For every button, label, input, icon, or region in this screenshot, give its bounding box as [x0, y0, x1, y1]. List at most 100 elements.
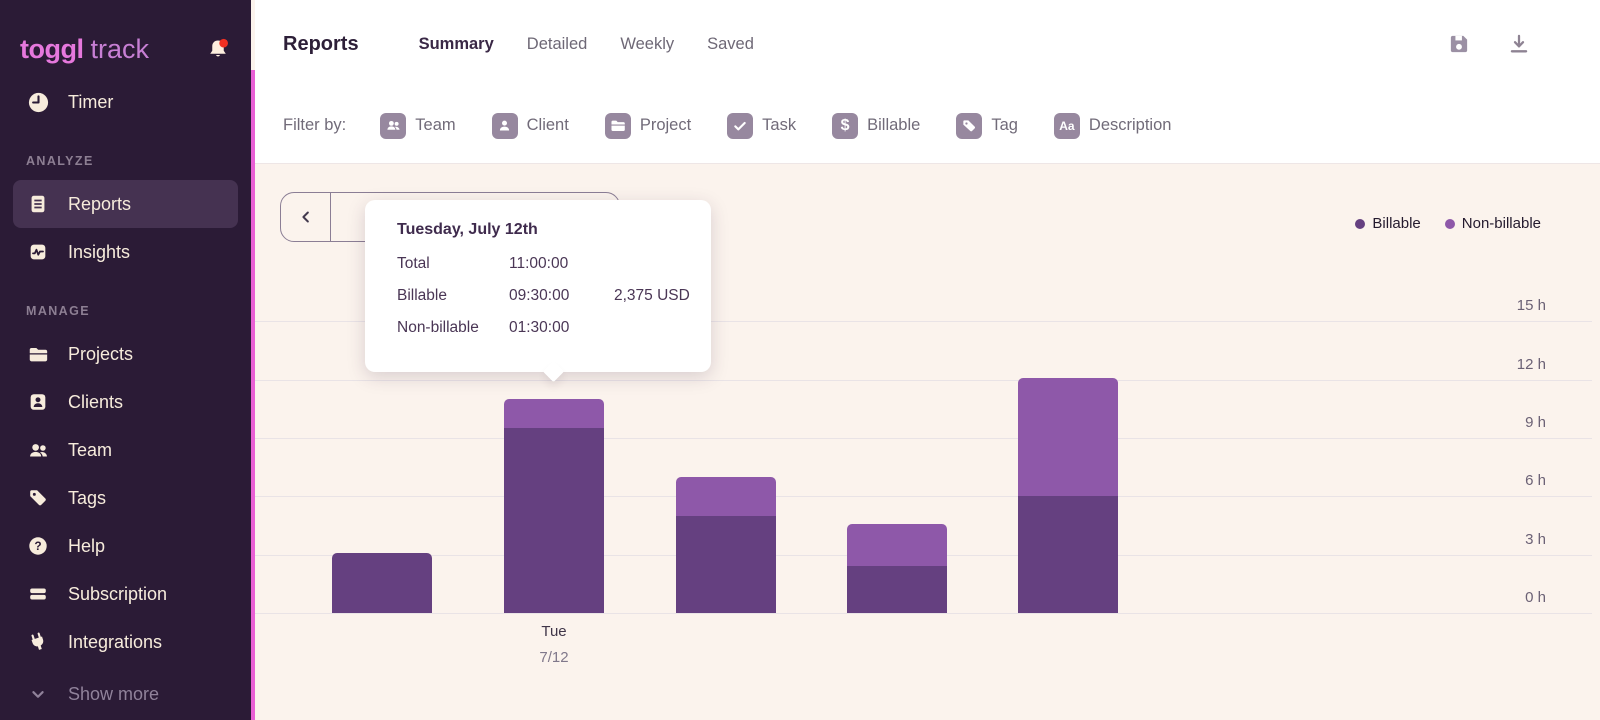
tooltip-time: 09:30:00 [509, 287, 614, 305]
y-axis-tick: 9 h [1525, 414, 1546, 432]
insights-icon [26, 240, 50, 264]
gridline [255, 438, 1592, 439]
team-icon [26, 438, 50, 462]
non-billable-dot-icon [1445, 219, 1455, 229]
bell-icon[interactable] [205, 36, 231, 62]
project-icon [605, 113, 631, 139]
sidebar-item-label: Help [68, 536, 105, 557]
sidebar-item-label: Subscription [68, 584, 167, 605]
topbar-actions [1446, 31, 1532, 57]
tab-summary[interactable]: Summary [419, 35, 494, 54]
tooltip-time: 11:00:00 [509, 255, 614, 273]
sidebar-section-analyze: ANALYZE [26, 154, 251, 174]
tooltip-date: Tuesday, July 12th [397, 221, 711, 239]
report-tabs: Summary Detailed Weekly Saved [419, 35, 754, 54]
client-icon [26, 390, 50, 414]
sidebar-item-help[interactable]: ? Help [0, 522, 251, 570]
chevron-left-icon[interactable] [281, 193, 331, 241]
sidebar-show-more[interactable]: Show more [0, 670, 251, 718]
sidebar-item-label: Projects [68, 344, 133, 365]
client-icon [492, 113, 518, 139]
sidebar-item-label: Insights [68, 242, 130, 263]
y-axis-tick: 3 h [1525, 531, 1546, 549]
sidebar-item-integrations[interactable]: Integrations [0, 618, 251, 666]
save-icon[interactable] [1446, 31, 1472, 57]
sidebar-item-timer[interactable]: Timer [0, 78, 251, 126]
y-axis-tick: 12 h [1517, 356, 1546, 374]
sidebar-item-clients[interactable]: Clients [0, 378, 251, 426]
sidebar-item-label: Integrations [68, 632, 162, 653]
task-check-icon [727, 113, 753, 139]
filter-label: Description [1089, 116, 1172, 135]
subscription-icon [26, 582, 50, 606]
logo-toggl: toggl [20, 34, 83, 65]
filter-by-label: Filter by: [283, 116, 346, 135]
sidebar-item-label: Team [68, 440, 112, 461]
chevron-down-icon [26, 682, 50, 706]
gridline [255, 496, 1592, 497]
sidebar-item-subscription[interactable]: Subscription [0, 570, 251, 618]
tooltip-amount [614, 255, 711, 273]
filter-team[interactable]: Team [380, 113, 455, 139]
filter-label: Billable [867, 116, 920, 135]
filter-label: Team [415, 116, 455, 135]
tab-weekly[interactable]: Weekly [620, 35, 674, 54]
tab-detailed[interactable]: Detailed [527, 35, 588, 54]
tooltip-label: Billable [397, 287, 509, 305]
main-content: Reports Summary Detailed Weekly Saved Fi… [255, 0, 1600, 720]
logo: toggl track [0, 0, 251, 72]
y-axis-tick: 0 h [1525, 589, 1546, 607]
bar-billable-segment[interactable] [676, 516, 776, 613]
filter-project[interactable]: Project [605, 113, 691, 139]
legend-billable: Billable [1355, 215, 1420, 232]
filter-label: Project [640, 116, 691, 135]
aa-icon: Aa [1054, 113, 1080, 139]
tooltip-label: Total [397, 255, 509, 273]
tooltip-amount [614, 319, 711, 337]
dollar-icon: $ [832, 113, 858, 139]
svg-text:?: ? [34, 539, 41, 553]
filter-description[interactable]: Aa Description [1054, 113, 1172, 139]
show-more-label: Show more [68, 684, 159, 705]
bar-non-billable-segment[interactable] [676, 477, 776, 516]
billable-dot-icon [1355, 219, 1365, 229]
bar-billable-segment[interactable] [847, 566, 947, 613]
filter-tag[interactable]: Tag [956, 113, 1018, 139]
bar-billable-segment[interactable] [504, 428, 604, 613]
tooltip-amount: 2,375 USD [614, 287, 711, 305]
sidebar-item-label: Clients [68, 392, 123, 413]
bar-non-billable-segment[interactable] [504, 399, 604, 428]
sidebar-item-insights[interactable]: Insights [0, 228, 251, 276]
sidebar: toggl track Timer ANALYZE Rep [0, 0, 251, 720]
filter-label: Client [527, 116, 569, 135]
tooltip-row-total: Total 11:00:00 [397, 255, 711, 273]
app-window: toggl track Timer ANALYZE Rep [0, 0, 1600, 720]
bar-billable-segment[interactable] [332, 553, 432, 613]
sidebar-item-projects[interactable]: Projects [0, 330, 251, 378]
legend-label: Non-billable [1462, 215, 1541, 232]
filter-client[interactable]: Client [492, 113, 569, 139]
filter-task[interactable]: Task [727, 113, 796, 139]
bar-non-billable-segment[interactable] [1018, 378, 1118, 497]
sidebar-item-reports[interactable]: Reports [13, 180, 238, 228]
sidebar-item-tags[interactable]: Tags [0, 474, 251, 522]
bar-billable-segment[interactable] [1018, 496, 1118, 613]
plug-icon [26, 630, 50, 654]
team-icon [380, 113, 406, 139]
topbar: Reports Summary Detailed Weekly Saved [255, 0, 1600, 88]
filter-chips: Team Client Project [380, 113, 1171, 139]
tab-saved[interactable]: Saved [707, 35, 754, 54]
legend-non-billable: Non-billable [1445, 215, 1541, 232]
sidebar-item-team[interactable]: Team [0, 426, 251, 474]
sidebar-item-label: Tags [68, 488, 106, 509]
sidebar-item-label: Timer [68, 92, 113, 113]
download-icon[interactable] [1506, 31, 1532, 57]
filter-billable[interactable]: $ Billable [832, 113, 920, 139]
tooltip-time: 01:30:00 [509, 319, 614, 337]
bar-non-billable-segment[interactable] [847, 524, 947, 567]
filter-bar: Filter by: Team Client [255, 88, 1600, 164]
page-title: Reports [283, 33, 359, 56]
clock-icon [26, 90, 50, 114]
folder-icon [26, 342, 50, 366]
sidebar-item-label: Reports [68, 194, 131, 215]
